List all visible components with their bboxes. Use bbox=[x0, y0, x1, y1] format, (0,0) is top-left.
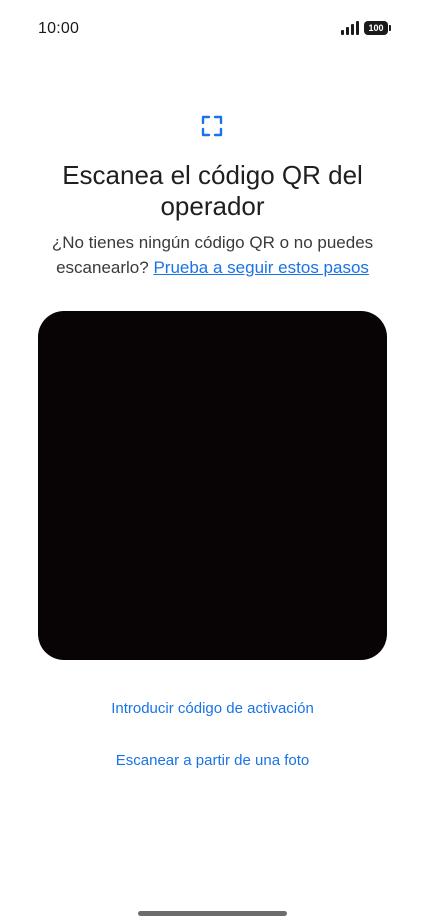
enter-activation-code-button[interactable]: Introducir código de activación bbox=[0, 700, 425, 717]
subtitle: ¿No tienes ningún código QR o no puedes … bbox=[20, 230, 405, 280]
scan-from-photo-button[interactable]: Escanear a partir de una foto bbox=[0, 752, 425, 769]
battery-icon: 100 bbox=[364, 21, 391, 35]
qr-scan-icon bbox=[201, 115, 223, 137]
page-title: Escanea el código QR del operador bbox=[62, 160, 363, 221]
help-steps-link[interactable]: Prueba a seguir estos pasos bbox=[153, 258, 368, 277]
battery-level: 100 bbox=[368, 23, 384, 33]
status-icons: 100 bbox=[341, 21, 391, 35]
status-bar: 10:00 100 bbox=[0, 0, 425, 60]
camera-viewfinder bbox=[38, 311, 387, 660]
status-time: 10:00 bbox=[38, 20, 80, 37]
home-indicator[interactable] bbox=[138, 911, 287, 916]
signal-bars-icon bbox=[341, 21, 359, 35]
